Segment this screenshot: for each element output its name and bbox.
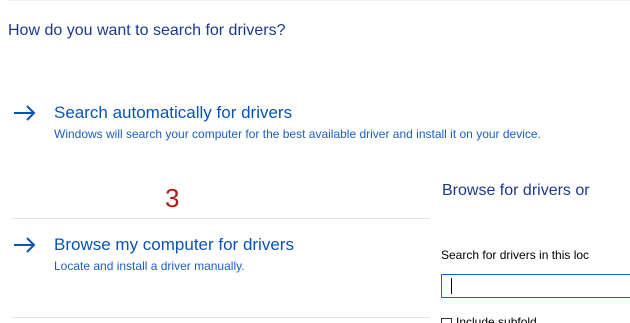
search-automatically-option[interactable]: Search automatically for drivers Windows… — [12, 96, 630, 170]
browse-drivers-panel: Browse for drivers or Search for drivers… — [430, 170, 630, 323]
browse-computer-option[interactable]: Browse my computer for drivers Locate an… — [12, 218, 432, 318]
step-number-annotation: 3 — [165, 183, 180, 213]
top-divider — [7, 0, 630, 1]
browse-panel-title: Browse for drivers or — [442, 182, 590, 199]
dialog-heading: How do you want to search for drivers? — [8, 22, 286, 39]
search-automatically-description: Windows will search your computer for th… — [54, 127, 541, 141]
include-subfolders-label: Include subfold — [456, 315, 537, 323]
search-automatically-title: Search automatically for drivers — [54, 103, 293, 122]
driver-path-input[interactable] — [441, 274, 630, 298]
text-caret — [451, 278, 452, 294]
arrow-right-icon — [14, 237, 36, 253]
browse-computer-title: Browse my computer for drivers — [54, 235, 294, 254]
search-location-label: Search for drivers in this loc — [441, 248, 590, 262]
include-subfolders-checkbox[interactable] — [441, 318, 452, 323]
browse-computer-description: Locate and install a driver manually. — [54, 259, 245, 273]
arrow-right-icon — [14, 105, 36, 121]
